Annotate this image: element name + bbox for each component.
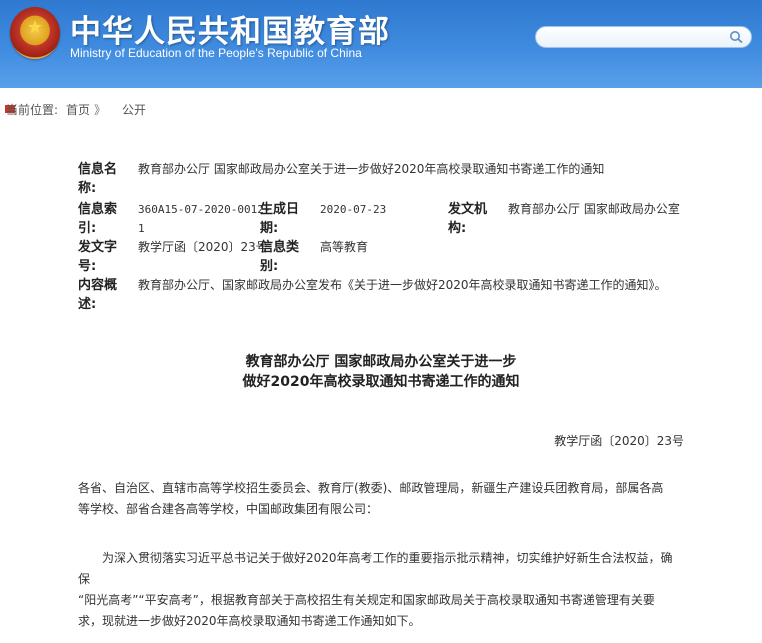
- search-icon[interactable]: [729, 30, 745, 44]
- meta-name-value: 教育部办公厅 国家邮政局办公室关于进一步做好2020年高校录取通知书寄递工作的通…: [138, 162, 605, 176]
- site-title-en: Ministry of Education of the People's Re…: [70, 46, 362, 60]
- body-paragraph: 为深入贯彻落实习近平总书记关于做好2020年高考工作的重要指示批示精神，切实维护…: [78, 548, 684, 632]
- body-line-3: 求，现就进一步做好2020年高校录取通知书寄递工作通知如下。: [78, 614, 421, 628]
- site-title-cn[interactable]: 中华人民共和国教育部: [70, 6, 390, 51]
- meta-category-label: 信息类别:: [260, 240, 300, 274]
- meta-summary-label: 内容概述:: [78, 278, 118, 312]
- breadcrumb: 当前位置: 首页 》 公开: [0, 100, 762, 120]
- meta-docno-label: 发文字号:: [78, 240, 118, 274]
- document-title-line-1: 教育部办公厅 国家邮政局办公室关于进一步: [245, 354, 517, 370]
- breadcrumb-home-link[interactable]: 首页: [66, 101, 90, 118]
- breadcrumb-current-link[interactable]: 公开: [122, 101, 146, 118]
- breadcrumb-label: 当前位置:: [6, 103, 59, 117]
- body-line-2: “阳光高考”“平安高考”，根据教育部关于高校招生有关规定和国家邮政局关于高校录取…: [78, 593, 655, 607]
- search-box[interactable]: [535, 26, 752, 48]
- body-line-1: 为深入贯彻落实习近平总书记关于做好2020年高考工作的重要指示批示精神，切实维护…: [78, 551, 673, 586]
- search-input[interactable]: [544, 29, 724, 45]
- breadcrumb-separator: 》: [94, 103, 107, 117]
- meta-date-label: 生成日期:: [260, 202, 300, 236]
- meta-index-label: 信息索引:: [78, 202, 118, 236]
- meta-date-value: 2020-07-23: [320, 203, 387, 216]
- meta-docno-value: 教学厅函〔2020〕23号: [138, 240, 268, 254]
- site-header: ★ 中华人民共和国教育部 Ministry of Education of th…: [0, 0, 762, 88]
- meta-summary-value: 教育部办公厅、国家邮政局办公室发布《关于进一步做好2020年高校录取通知书寄递工…: [138, 278, 667, 292]
- meta-index-value: 360A15-07-2020-0012-: [138, 203, 271, 216]
- national-emblem-icon: ★: [10, 7, 60, 59]
- document-title: 教育部办公厅 国家邮政局办公室关于进一步 做好2020年高校录取通知书寄递工作的…: [0, 352, 762, 392]
- meta-issuer-label: 发文机构:: [448, 202, 488, 236]
- addressee-line-2: 等学校、部省合建各高等学校，中国邮政集团有限公司：: [78, 502, 379, 516]
- meta-category-value: 高等教育: [320, 240, 369, 254]
- document-title-line-2: 做好2020年高校录取通知书寄递工作的通知: [242, 374, 520, 390]
- addressee-paragraph: 各省、自治区、直辖市高等学校招生委员会、教育厅(教委)、邮政管理局，新疆生产建设…: [78, 478, 684, 520]
- meta-issuer-value: 教育部办公厅 国家邮政局办公室: [508, 202, 680, 216]
- document-number: 教学厅函〔2020〕23号: [554, 434, 684, 448]
- addressee-line-1: 各省、自治区、直辖市高等学校招生委员会、教育厅(教委)、邮政管理局，新疆生产建设…: [78, 481, 664, 495]
- meta-index-value-cont: 1: [138, 222, 145, 235]
- meta-name-label: 信息名称:: [78, 162, 118, 196]
